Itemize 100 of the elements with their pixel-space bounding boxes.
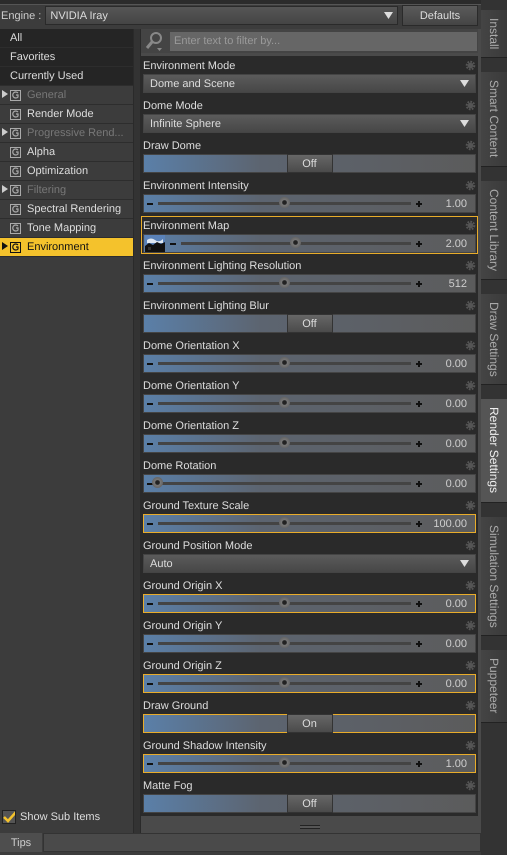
sidebar-item-label: Spectral Rendering bbox=[27, 203, 122, 215]
gear-icon bbox=[465, 540, 476, 552]
slider-thumb[interactable] bbox=[278, 357, 290, 368]
group-icon bbox=[10, 108, 21, 120]
toggle-button[interactable]: Off bbox=[286, 154, 332, 173]
slider-field[interactable]: 0.00 bbox=[143, 354, 476, 373]
slider-field[interactable]: 1.00 bbox=[143, 194, 476, 213]
property-label: Environment Mode bbox=[143, 60, 236, 72]
side-tab[interactable]: Content Library bbox=[481, 180, 507, 280]
plus-icon bbox=[413, 520, 425, 528]
dropdown-arrow-icon bbox=[384, 12, 393, 18]
slider-value: 2.00 bbox=[444, 238, 468, 250]
slider-value: 1.00 bbox=[444, 198, 468, 210]
slider-field[interactable]: 0.00 bbox=[143, 634, 476, 653]
side-tab[interactable]: Puppeteer bbox=[481, 650, 507, 723]
plus-icon bbox=[413, 640, 425, 648]
property-label: Environment Map bbox=[143, 220, 230, 232]
gear-icon bbox=[465, 620, 476, 632]
side-tab[interactable]: Draw Settings bbox=[481, 294, 507, 386]
gear-icon bbox=[465, 700, 476, 711]
slider-value: 0.00 bbox=[444, 438, 468, 450]
property-dropdown[interactable]: Dome and Scene bbox=[143, 74, 476, 93]
side-tab[interactable]: Simulation Settings bbox=[481, 516, 507, 636]
slider-value: 0.00 bbox=[444, 678, 468, 690]
side-tab[interactable]: Install bbox=[481, 10, 507, 58]
tips-tab[interactable]: Tips bbox=[0, 833, 42, 852]
property-label: Ground Position Mode bbox=[143, 540, 252, 552]
sidebar-item[interactable]: All bbox=[0, 29, 133, 48]
slider-thumb[interactable] bbox=[152, 477, 163, 488]
sidebar-item[interactable]: Spectral Rendering bbox=[0, 200, 133, 219]
property-label: Draw Dome bbox=[143, 140, 202, 152]
property-label: Matte Fog bbox=[143, 780, 193, 792]
sidebar-item[interactable]: Environment bbox=[0, 238, 133, 257]
property-dropdown[interactable]: Infinite Sphere bbox=[143, 114, 476, 133]
expand-arrow-icon[interactable] bbox=[2, 242, 8, 250]
slider-thumb[interactable] bbox=[278, 437, 290, 448]
gear-icon bbox=[465, 580, 476, 592]
sidebar-item[interactable]: Optimization bbox=[0, 162, 133, 181]
slider-value: 0.00 bbox=[444, 598, 468, 610]
slider-field[interactable]: 100.00 bbox=[143, 514, 476, 533]
slider-thumb[interactable] bbox=[278, 597, 290, 608]
sidebar-item[interactable]: Alpha bbox=[0, 143, 133, 162]
slider-field[interactable]: 1.00 bbox=[143, 754, 476, 773]
slider-field[interactable]: 0.00 bbox=[143, 674, 476, 693]
side-tab[interactable]: Smart Content bbox=[481, 72, 507, 167]
sidebar-item-label: Environment bbox=[27, 241, 89, 253]
slider-thumb[interactable] bbox=[278, 277, 290, 288]
dropdown-value: Infinite Sphere bbox=[150, 118, 221, 130]
slider-field[interactable]: 512 bbox=[143, 274, 476, 293]
slider-field[interactable]: 0.00 bbox=[143, 594, 476, 613]
sidebar-item-label: Tone Mapping bbox=[27, 222, 96, 234]
property-dropdown[interactable]: Auto bbox=[143, 554, 476, 573]
plus-icon bbox=[413, 200, 425, 208]
dropdown-value: Auto bbox=[150, 558, 173, 570]
slider-thumb[interactable] bbox=[278, 517, 290, 528]
property-label: Dome Mode bbox=[143, 100, 203, 112]
defaults-button[interactable]: Defaults bbox=[402, 5, 478, 26]
dropdown-value: Dome and Scene bbox=[150, 78, 235, 90]
property-label: Dome Orientation X bbox=[143, 340, 240, 352]
slider-field[interactable]: 0.00 bbox=[143, 434, 476, 453]
sidebar-item-label: Alpha bbox=[27, 146, 56, 158]
property-label: Dome Orientation Y bbox=[143, 380, 240, 392]
engine-dropdown[interactable]: NVIDIA Iray bbox=[45, 6, 398, 25]
slider-field[interactable]: 2.00 bbox=[143, 234, 476, 253]
gear-icon bbox=[465, 100, 476, 112]
show-sub-items-checkbox[interactable] bbox=[2, 810, 16, 824]
slider-field[interactable]: 0.00 bbox=[143, 394, 476, 413]
sidebar-item[interactable]: Render Mode bbox=[0, 105, 133, 124]
gear-icon bbox=[465, 780, 476, 791]
group-icon bbox=[10, 90, 21, 100]
slider-value: 100.00 bbox=[432, 518, 468, 530]
slider-thumb[interactable] bbox=[278, 677, 290, 688]
gear-icon bbox=[465, 220, 476, 231]
sidebar-item[interactable]: Currently Used bbox=[0, 67, 133, 86]
property-label: Ground Origin X bbox=[143, 580, 222, 592]
group-icon bbox=[10, 166, 21, 176]
slider-value: 512 bbox=[448, 278, 468, 290]
slider-thumb[interactable] bbox=[278, 197, 290, 208]
slider-thumb[interactable] bbox=[278, 397, 290, 408]
gear-icon bbox=[465, 460, 476, 472]
slider-thumb[interactable] bbox=[278, 757, 290, 768]
side-tab[interactable]: Render Settings bbox=[481, 399, 507, 503]
toggle-button[interactable]: On bbox=[286, 714, 332, 733]
toggle-button[interactable]: Off bbox=[286, 314, 332, 333]
resize-handle[interactable] bbox=[300, 825, 320, 829]
engine-label: Engine : bbox=[0, 10, 42, 22]
sidebar-item[interactable]: Favorites bbox=[0, 48, 133, 67]
property-label: Dome Orientation Z bbox=[143, 420, 239, 432]
plus-icon bbox=[413, 480, 425, 488]
gear-icon bbox=[465, 180, 476, 192]
slider-thumb[interactable] bbox=[278, 637, 290, 648]
gear-icon bbox=[465, 340, 476, 352]
plus-icon bbox=[413, 280, 425, 288]
engine-value: NVIDIA Iray bbox=[50, 10, 108, 22]
dropdown-arrow-icon bbox=[460, 80, 469, 88]
group-icon bbox=[10, 184, 21, 196]
group-icon bbox=[10, 242, 21, 252]
slider-thumb[interactable] bbox=[290, 237, 301, 248]
toggle-button[interactable]: Off bbox=[286, 794, 332, 813]
slider-field[interactable]: 0.00 bbox=[143, 474, 476, 493]
